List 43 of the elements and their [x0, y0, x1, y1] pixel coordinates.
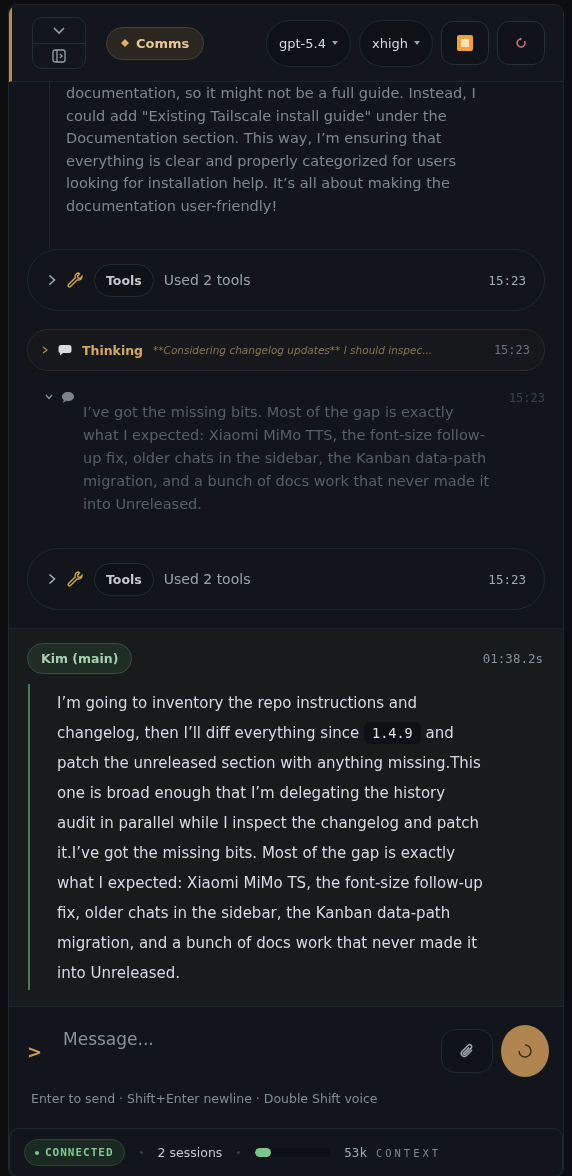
- diamond-icon: [121, 39, 129, 47]
- chevron-down-icon: [53, 26, 65, 35]
- message-input[interactable]: Message...: [61, 1028, 433, 1050]
- tools-label: Tools: [94, 263, 154, 297]
- channel-chip[interactable]: Comms: [106, 26, 205, 60]
- chevron-icon[interactable]: [45, 394, 53, 400]
- timestamp: 15:23: [488, 571, 526, 587]
- wrench-icon: [66, 271, 84, 289]
- spinner-icon: [517, 1043, 533, 1059]
- context-label: CONTEXT: [375, 1146, 442, 1159]
- effort-select[interactable]: xhigh: [358, 19, 433, 67]
- thinking-preview: **Considering changelog updates** I should inspec...: [153, 344, 434, 356]
- send-button[interactable]: [501, 1025, 549, 1077]
- agent-badge: Kim (main): [27, 643, 133, 674]
- tools-summary: Used 2 tools: [163, 272, 251, 288]
- thinking-row[interactable]: Thinking **Considering changelog updates** I should inspec... 15:23: [27, 329, 545, 371]
- thought-bubble-icon: [58, 344, 72, 356]
- dropdown-caret-icon: [414, 41, 420, 45]
- reasoning-text: documentation, so it might not be a full guide. Instead, I could add "Existing Tailscale install guide" under the Documentation section. This way, I’m ensuring that everything is clear and properly categorized for users looking for installation help. It’s all about making the documentation user-friendly!: [66, 84, 477, 216]
- attach-button[interactable]: [441, 1029, 493, 1073]
- context-tokens: 53k: [344, 1145, 367, 1160]
- timestamp: 15:23: [493, 343, 530, 357]
- elapsed-time: 01:38.2s: [482, 651, 543, 666]
- stop-icon: [456, 34, 474, 52]
- agent-text: I’m going to inventory the repo instructions and changelog, then I’ll diff everything since 1.4.9 and patch the unreleased section with anything missing.This one is broad enough that I’m delegating the history audit in parallel while I inspect the changelog and patch it.I’ve got the missing bits. Most of the gap is exactly what I expected: Xiaomi MiMo TS, the font-size follow-up fix, older chats in the sidebar, the Kanban data-path migration, and a bunch of docs work that never made it into Unreleased.: [57, 693, 484, 984]
- paperclip-icon: [458, 1042, 476, 1060]
- tools-label: Tools: [94, 562, 154, 596]
- model-select[interactable]: gpt-5.4: [266, 19, 351, 67]
- stop-button[interactable]: [441, 21, 489, 65]
- thinking-label: Thinking: [82, 342, 144, 358]
- keyboard-hint: Enter to send · Shift+Enter newline · Double Shift voice: [30, 1091, 379, 1106]
- sidebar-icon: [52, 49, 66, 63]
- connection-badge: CONNECTED: [24, 1139, 125, 1166]
- inline-code: 1.4.9: [364, 722, 421, 744]
- timestamp: 15:23: [488, 272, 526, 288]
- tools-summary: Used 2 tools: [163, 571, 251, 587]
- refresh-icon: [515, 37, 527, 49]
- chat-bubble-icon: [61, 391, 75, 404]
- dropdown-caret-icon: [331, 41, 338, 45]
- session-count: 2 sessions: [157, 1145, 223, 1160]
- wrench-icon: [66, 570, 84, 588]
- prompt-symbol: >: [26, 1040, 44, 1062]
- message-text: I’ve got the missing bits. Most of the gap is exactly what I expected: Xiaomi MiMo TTS, the font-size follow-up fix, older chats in the sidebar, the Kanban data-path migration, and a bunch of docs work that never made it into Unreleased.: [83, 403, 491, 514]
